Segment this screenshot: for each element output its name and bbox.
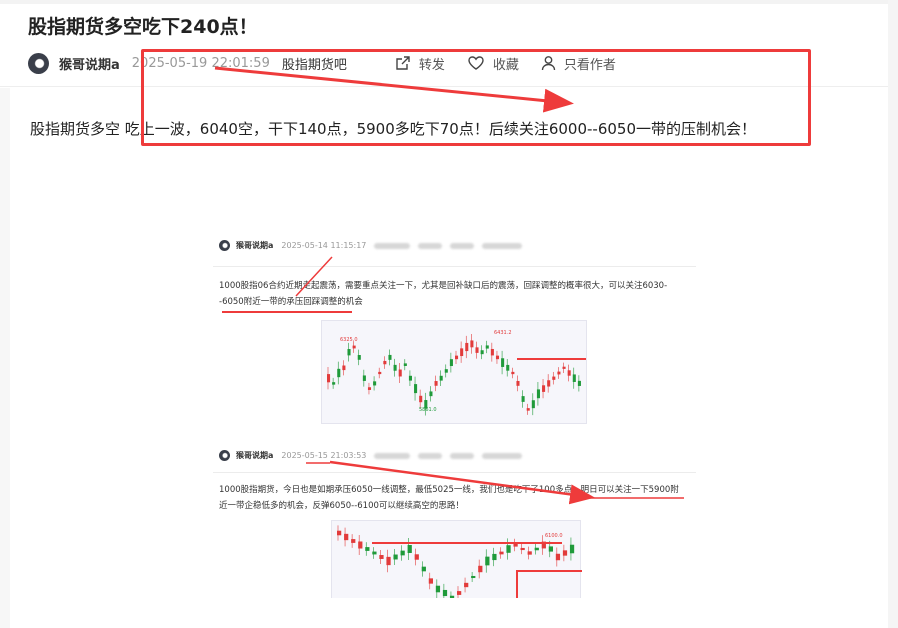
- annotation-line: [295, 256, 333, 297]
- annotation-arrow: [214, 66, 574, 113]
- annotation-overlay: [214, 66, 684, 505]
- annotation-arrow: [329, 460, 595, 505]
